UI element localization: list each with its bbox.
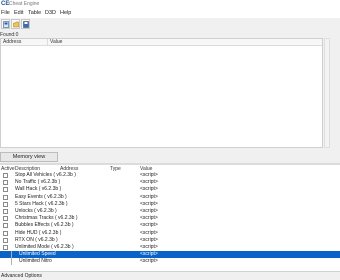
row-description: RTX ON ( v6.2.3b ) [15,236,58,243]
active-checkbox[interactable] [3,223,8,229]
table-row[interactable]: Hide HUD ( v6.2.3b ) <script> [0,230,340,237]
row-value: <script> [140,208,158,214]
scan-results-list[interactable]: Address Value [0,38,323,148]
window-title: Cheat Engine [9,1,40,7]
cheat-engine-logo-icon: CE [1,1,10,7]
open-file-button[interactable] [11,19,20,29]
title-bar: CE Cheat Engine [0,0,340,9]
row-value: <script> [140,186,158,193]
row-value: <script> [140,222,158,229]
column-address[interactable]: Address [3,39,21,45]
active-checkbox[interactable] [3,216,8,222]
menu-bar: File Edit Table D3D Help [0,9,340,18]
table-row[interactable]: RTX ON ( v6.2.3b ) <script> [0,237,340,244]
tree-connector [11,251,12,259]
row-value: <script> [140,179,158,186]
open-file-icon [13,21,19,28]
menu-table[interactable]: Table [28,10,41,17]
advanced-options-label[interactable]: Advanced Options [1,273,42,280]
row-value: <script> [140,251,158,258]
active-checkbox[interactable] [3,194,8,200]
row-description: Unlimited Nitro [19,258,52,265]
row-value: <script> [140,193,158,200]
table-row[interactable]: Christmas Tracks ( v6.2.3b ) <script> [0,215,340,222]
save-icon [23,21,29,28]
row-value: <script> [140,215,158,222]
row-description: Stop All Vehicles ( v6.2.3b ) [15,172,76,178]
tree-connector [11,258,12,266]
menu-file[interactable]: File [1,10,10,17]
menu-help[interactable]: Help [60,10,71,17]
table-row[interactable]: Unlimited Nitro <script> [0,258,340,266]
row-value: <script> [140,172,158,178]
table-row[interactable]: 5 Stars Hack ( v6.2.3b ) <script> [0,201,340,208]
table-row[interactable]: Unlimited Mode ( v6.2.3b ) <script> [0,244,340,251]
row-value: <script> [140,229,158,236]
row-description: Bubbles Effects ( v6.2.3b ) [15,222,74,229]
table-row[interactable]: Bubbles Effects ( v6.2.3b ) <script> [0,222,340,229]
row-description: Easy Events ( v6.2.3b ) [15,193,67,200]
save-button[interactable] [21,19,30,29]
results-scrollbar[interactable] [324,38,330,148]
table-row-selected[interactable]: Unlimited Speed <script> [0,251,340,259]
toolbar [0,18,340,31]
row-description: Unlimited Speed [19,251,56,258]
table-row[interactable]: Easy Events ( v6.2.3b ) <script> [0,194,340,201]
row-value: <script> [140,236,158,243]
open-process-icon [3,21,9,28]
column-value[interactable]: Value [50,39,62,45]
active-checkbox[interactable] [3,245,8,250]
table-row[interactable]: No Traffic ( v6.2.3b ) <script> [0,179,340,186]
row-description: No Traffic ( v6.2.3b ) [15,179,61,186]
row-description: Christmas Tracks ( v6.2.3b ) [15,215,78,222]
table-row[interactable]: Unlocks ( v6.2.3b ) <script> [0,208,340,215]
table-row[interactable]: Wall Hack ( v6.2.3b ) <script> [0,186,340,193]
open-process-button[interactable] [1,19,10,29]
row-description: Unlocks ( v6.2.3b ) [15,208,57,214]
row-description: Wall Hack ( v6.2.3b ) [15,186,62,193]
active-checkbox[interactable] [3,180,8,186]
menu-d3d[interactable]: D3D [45,10,56,17]
table-row[interactable]: Stop All Vehicles ( v6.2.3b ) <script> [0,172,340,179]
active-checkbox[interactable] [3,173,8,178]
memory-view-button[interactable]: Memory view [0,152,58,162]
cheat-table[interactable]: Stop All Vehicles ( v6.2.3b ) <script> N… [0,172,340,271]
active-checkbox[interactable] [3,209,8,214]
active-checkbox[interactable] [3,201,8,207]
row-value: <script> [140,258,158,265]
row-value: <script> [140,244,158,250]
row-value: <script> [140,200,158,207]
active-checkbox[interactable] [3,230,8,236]
active-checkbox[interactable] [3,237,8,243]
row-description: Unlimited Mode ( v6.2.3b ) [15,244,74,250]
advanced-options-bar[interactable]: Advanced Options [0,271,340,280]
row-description: 5 Stars Hack ( v6.2.3b ) [15,200,68,207]
scan-results-header: Address Value [1,39,322,46]
menu-edit[interactable]: Edit [14,10,23,17]
row-description: Hide HUD ( v6.2.3b ) [15,229,62,236]
active-checkbox[interactable] [3,187,8,193]
